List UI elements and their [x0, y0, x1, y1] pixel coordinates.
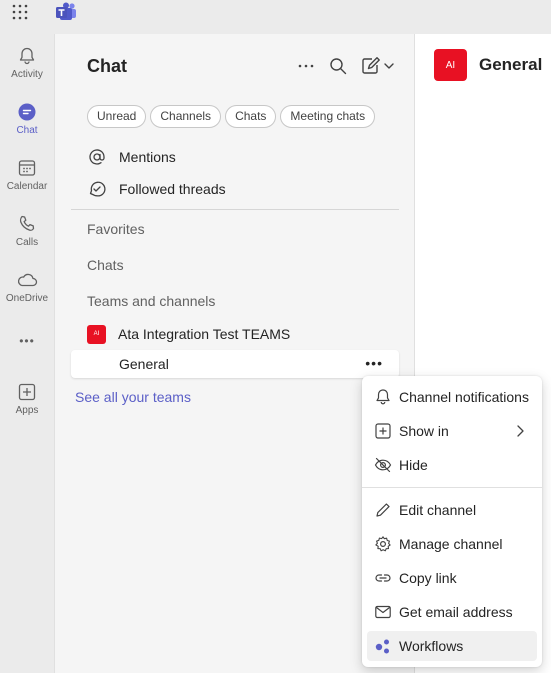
menu-label: Edit channel: [399, 502, 477, 518]
gear-icon: [375, 536, 391, 552]
rail-item-calls[interactable]: Calls: [0, 206, 54, 256]
followed-threads-label: Followed threads: [119, 181, 226, 197]
phone-icon: [19, 215, 35, 231]
menu-item-workflows[interactable]: Workflows: [367, 631, 537, 661]
search-button[interactable]: [327, 54, 349, 78]
teams-logo-icon: [55, 2, 77, 22]
rail-label-onedrive: OneDrive: [5, 293, 49, 304]
avatar: AI: [434, 49, 467, 81]
new-chat-button[interactable]: [359, 54, 399, 78]
search-icon: [330, 58, 347, 75]
team-name: Ata Integration Test TEAMS: [118, 326, 291, 342]
menu-item-get-email-address[interactable]: Get email address: [367, 597, 537, 627]
link-icon: [375, 574, 391, 582]
filter-unread[interactable]: Unread: [87, 105, 147, 128]
chevron-right-icon: [517, 425, 524, 437]
rail-label-chat: Chat: [16, 125, 38, 136]
menu-item-edit-channel[interactable]: Edit channel: [367, 495, 537, 525]
mentions-item[interactable]: Mentions: [87, 144, 176, 170]
workflows-icon: [375, 639, 389, 654]
filter-meeting-chats[interactable]: Meeting chats: [280, 105, 376, 128]
compose-icon: [362, 57, 394, 74]
menu-item-manage-channel[interactable]: Manage channel: [367, 529, 537, 559]
grid-icon[interactable]: [11, 3, 29, 21]
menu-label: Copy link: [399, 570, 457, 586]
title-bar: [0, 0, 551, 34]
menu-label: Hide: [399, 457, 428, 473]
more-options-button[interactable]: [295, 54, 317, 78]
chat-icon: [18, 103, 36, 121]
followed-threads-icon: [89, 181, 106, 197]
favorites-section[interactable]: Favorites: [87, 221, 145, 237]
channel-name: General: [119, 356, 169, 372]
bell-icon: [19, 47, 35, 65]
teams-channels-section[interactable]: Teams and channels: [87, 293, 215, 309]
rail-label-apps: Apps: [15, 405, 39, 416]
rail-item-calendar[interactable]: Calendar: [0, 150, 54, 200]
channel-item-general[interactable]: General •••: [71, 350, 399, 378]
eye-off-icon: [374, 457, 392, 473]
rail-item-chat[interactable]: Chat: [0, 94, 54, 144]
see-all-teams-link[interactable]: See all your teams: [75, 389, 191, 405]
rail-label-activity: Activity: [11, 69, 43, 80]
rail-label-calendar: Calendar: [6, 181, 48, 192]
at-icon: [89, 149, 105, 165]
channel-more-options-button[interactable]: •••: [365, 355, 383, 371]
cloud-icon: [17, 273, 38, 287]
pencil-icon: [376, 503, 390, 517]
menu-divider: [362, 487, 542, 488]
chats-section[interactable]: Chats: [87, 257, 124, 273]
list-divider: [71, 209, 399, 210]
menu-label: Channel notifications: [399, 389, 529, 405]
rail-item-onedrive[interactable]: OneDrive: [0, 262, 54, 312]
menu-item-channel-notifications[interactable]: Channel notifications: [367, 382, 537, 412]
rail-label-calls: Calls: [15, 237, 39, 248]
menu-label: Show in: [399, 423, 449, 439]
app-rail: Activity Chat Calendar Calls OneDrive ••…: [0, 34, 54, 673]
menu-item-copy-link[interactable]: Copy link: [367, 563, 537, 593]
panel-title: Chat: [87, 56, 127, 76]
menu-label: Workflows: [399, 638, 464, 654]
followed-threads-item[interactable]: Followed threads: [87, 176, 226, 202]
filter-chips: Unread Channels Chats Meeting chats: [87, 105, 376, 128]
menu-item-show-in[interactable]: Show in: [367, 416, 537, 446]
more-horizontal-icon: •••: [19, 334, 35, 348]
channel-context-menu: Channel notifications Show in Hide Edit …: [362, 376, 542, 667]
team-avatar: AI: [87, 324, 106, 344]
team-item[interactable]: AI Ata Integration Test TEAMS: [87, 324, 290, 344]
more-horizontal-icon: [298, 64, 314, 68]
rail-item-apps[interactable]: Apps: [0, 374, 54, 424]
add-square-icon: [375, 423, 391, 439]
mentions-label: Mentions: [119, 149, 176, 165]
add-app-icon: [18, 383, 36, 401]
chevron-down-icon: [384, 63, 394, 69]
rail-item-activity[interactable]: Activity: [0, 38, 54, 88]
page-title: General: [479, 55, 543, 74]
calendar-icon: [18, 160, 36, 176]
rail-more-button[interactable]: •••: [0, 324, 54, 358]
chat-panel: Chat Unread Channels Chats Meeting chats…: [54, 34, 414, 673]
menu-item-hide[interactable]: Hide: [367, 450, 537, 480]
channel-header: AI General: [415, 34, 551, 96]
filter-channels[interactable]: Channels: [150, 105, 222, 128]
menu-label: Manage channel: [399, 536, 503, 552]
menu-label: Get email address: [399, 604, 513, 620]
filter-chats[interactable]: Chats: [225, 105, 277, 128]
mail-icon: [375, 605, 391, 619]
bell-icon: [376, 389, 390, 405]
